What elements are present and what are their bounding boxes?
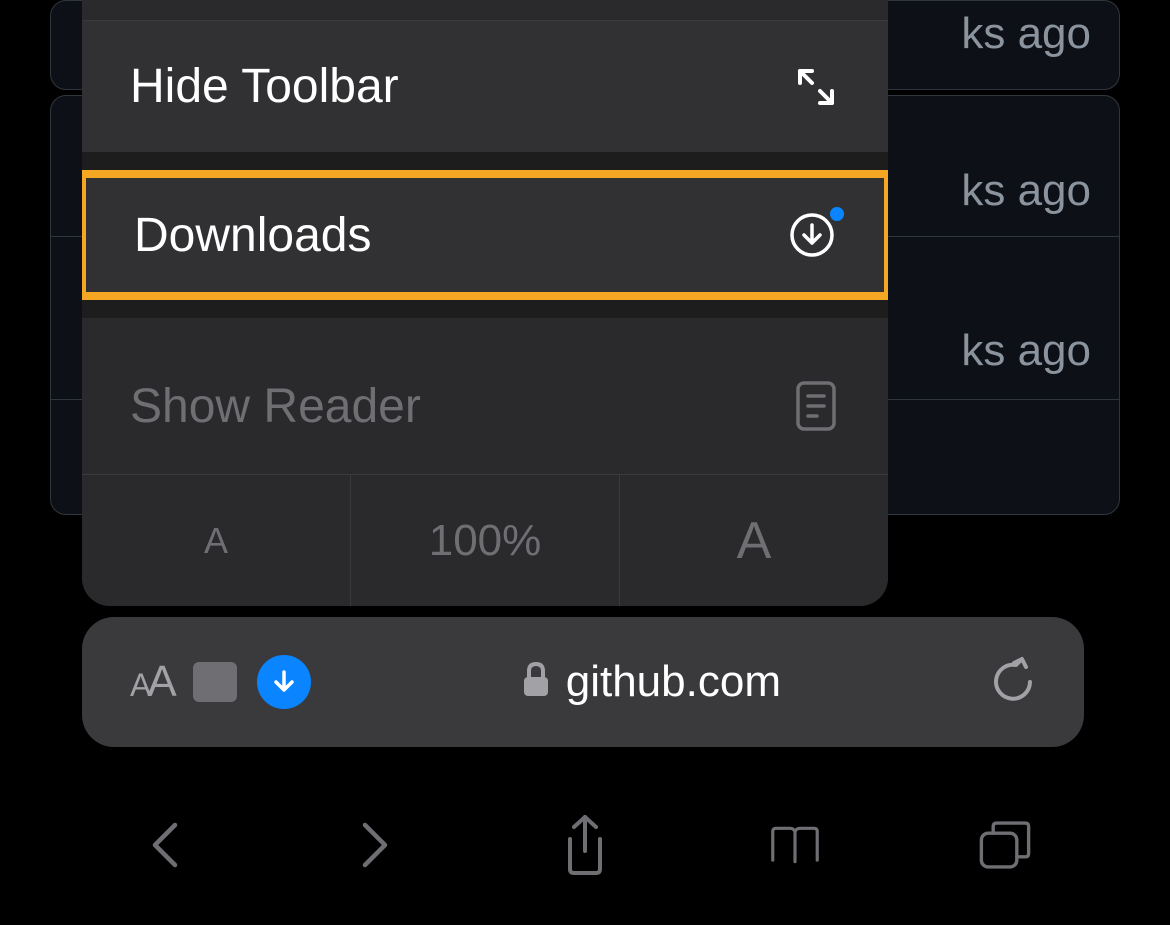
menu-item-partial[interactable] bbox=[82, 0, 888, 20]
zoom-controls: A 100% A bbox=[82, 474, 888, 606]
bookmarks-button[interactable] bbox=[768, 818, 822, 872]
back-button[interactable] bbox=[138, 818, 192, 872]
reader-icon bbox=[792, 382, 840, 430]
tabs-button[interactable] bbox=[978, 818, 1032, 872]
bg-timestamp: ks ago bbox=[961, 326, 1091, 376]
menu-item-downloads[interactable]: Downloads bbox=[82, 170, 888, 300]
url-text: github.com bbox=[566, 657, 781, 707]
menu-item-show-reader[interactable]: Show Reader bbox=[82, 338, 888, 474]
address-bar-left: AA bbox=[130, 655, 311, 709]
notification-dot-icon bbox=[830, 207, 844, 221]
aa-menu-icon[interactable]: AA bbox=[130, 657, 173, 707]
zoom-level[interactable]: 100% bbox=[351, 475, 620, 606]
address-bar-center[interactable]: github.com bbox=[311, 657, 992, 707]
expand-arrows-icon bbox=[792, 63, 840, 111]
bottom-toolbar bbox=[0, 795, 1170, 895]
address-bar[interactable]: AA github.com bbox=[82, 617, 1084, 747]
zoom-out-button[interactable]: A bbox=[82, 475, 351, 606]
aa-menu-popup: Hide Toolbar Downloads Show Reader bbox=[82, 0, 888, 606]
forward-button[interactable] bbox=[348, 818, 402, 872]
share-button[interactable] bbox=[558, 818, 612, 872]
reload-icon[interactable] bbox=[992, 655, 1036, 710]
menu-label: Show Reader bbox=[130, 379, 421, 434]
zoom-in-button[interactable]: A bbox=[620, 475, 888, 606]
lock-icon bbox=[522, 662, 550, 703]
extensions-icon[interactable] bbox=[193, 662, 237, 702]
download-circle-icon bbox=[788, 211, 836, 259]
menu-label: Downloads bbox=[134, 208, 371, 263]
bg-timestamp: ks ago bbox=[961, 9, 1091, 59]
menu-label: Hide Toolbar bbox=[130, 59, 399, 114]
downloads-indicator-icon[interactable] bbox=[257, 655, 311, 709]
bg-timestamp: ks ago bbox=[961, 166, 1091, 216]
menu-item-hide-toolbar[interactable]: Hide Toolbar bbox=[82, 20, 888, 152]
